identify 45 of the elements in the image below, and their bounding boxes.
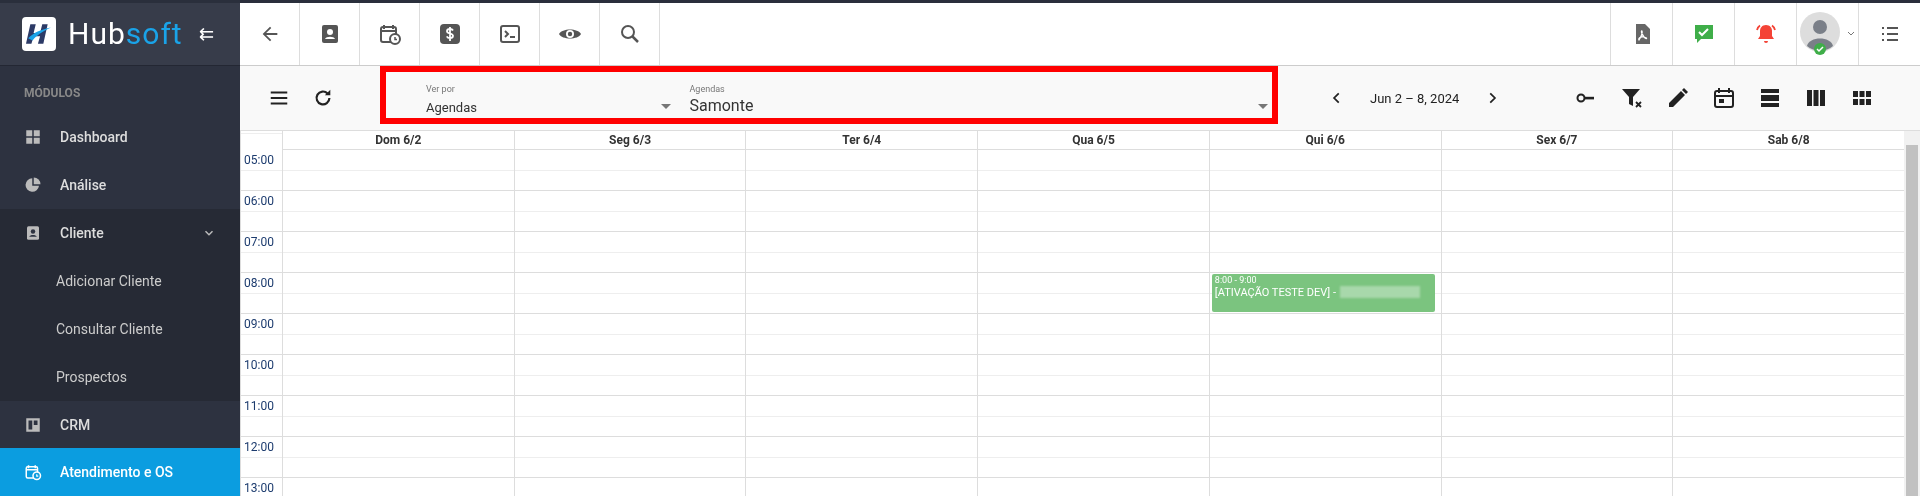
filter-clear-icon <box>1620 86 1644 110</box>
hour-label: 13:00 <box>244 481 274 495</box>
sidebar-item[interactable]: Análise <box>0 161 240 209</box>
sidebar-item[interactable]: Dashboard <box>0 113 240 162</box>
day-header: Seg 6/3 <box>513 131 746 150</box>
terminal-icon <box>497 22 522 46</box>
sidebar-subitem[interactable]: Adicionar Cliente <box>0 256 240 305</box>
dollar-icon <box>437 22 462 46</box>
brand-name: Hubsoft <box>68 16 183 52</box>
collapse-button[interactable]: ⇇ <box>198 23 214 45</box>
sidebar-item[interactable]: CRM <box>0 400 240 449</box>
hour-label: 07:00 <box>244 235 274 249</box>
day-header: Dom 6/2 <box>282 131 514 150</box>
grid-icon <box>24 128 42 147</box>
pencil-icon <box>1666 86 1690 110</box>
day-header: Sex 6/7 <box>1440 131 1673 150</box>
section-label: MÓDULOS <box>23 84 82 102</box>
hour-label: 05:00 <box>244 153 274 167</box>
bell-icon <box>1753 22 1778 46</box>
hour-label: 08:00 <box>244 276 274 290</box>
day-header: Qui 6/6 <box>1208 131 1441 150</box>
pie-chart-icon <box>24 176 42 195</box>
day-header: Qua 6/5 <box>977 131 1209 150</box>
agendas-select[interactable]: Agendas Samonte <box>689 84 1276 120</box>
sidebar-subitem[interactable]: Consultar Cliente <box>0 304 240 353</box>
hour-label: 09:00 <box>244 317 274 331</box>
hour-label: 06:00 <box>244 194 274 208</box>
day-header: Ter 6/4 <box>745 131 978 150</box>
view-by-select[interactable]: Ver por Agendas <box>426 84 680 120</box>
day-header: Sab 6/8 <box>1672 131 1904 150</box>
sidebar-subitem[interactable]: Prospectos <box>0 352 240 401</box>
calendar-grid[interactable]: Dom 6/2 Seg 6/3 Ter 6/4 Qua 6/5 Qui 6/6 Sex 6/7 Sab 6/8 05:00 06:00 07:00 08:00 8:00 - 9:00 [ATIVAÇÃO TESTE DEV] - 09:00 10:00 11:00 12:00 13:00 <box>240 131 1904 496</box>
contact-card-icon <box>24 223 42 242</box>
sidebar-item[interactable]: Cliente <box>0 208 240 257</box>
hour-label: 12:00 <box>244 440 274 454</box>
board-icon <box>24 415 42 434</box>
logo-icon <box>22 16 56 51</box>
hour-label: 10:00 <box>244 358 274 372</box>
calendar-day-icon <box>1712 86 1736 110</box>
calendar-clock-icon <box>377 22 402 46</box>
date-range: Jun 2 – 8, 2024 <box>1370 90 1460 106</box>
rows-icon <box>1758 86 1782 110</box>
scrollbar[interactable] <box>1904 131 1920 496</box>
calendar-clock-icon <box>24 463 42 482</box>
hour-label: 11:00 <box>244 399 274 413</box>
